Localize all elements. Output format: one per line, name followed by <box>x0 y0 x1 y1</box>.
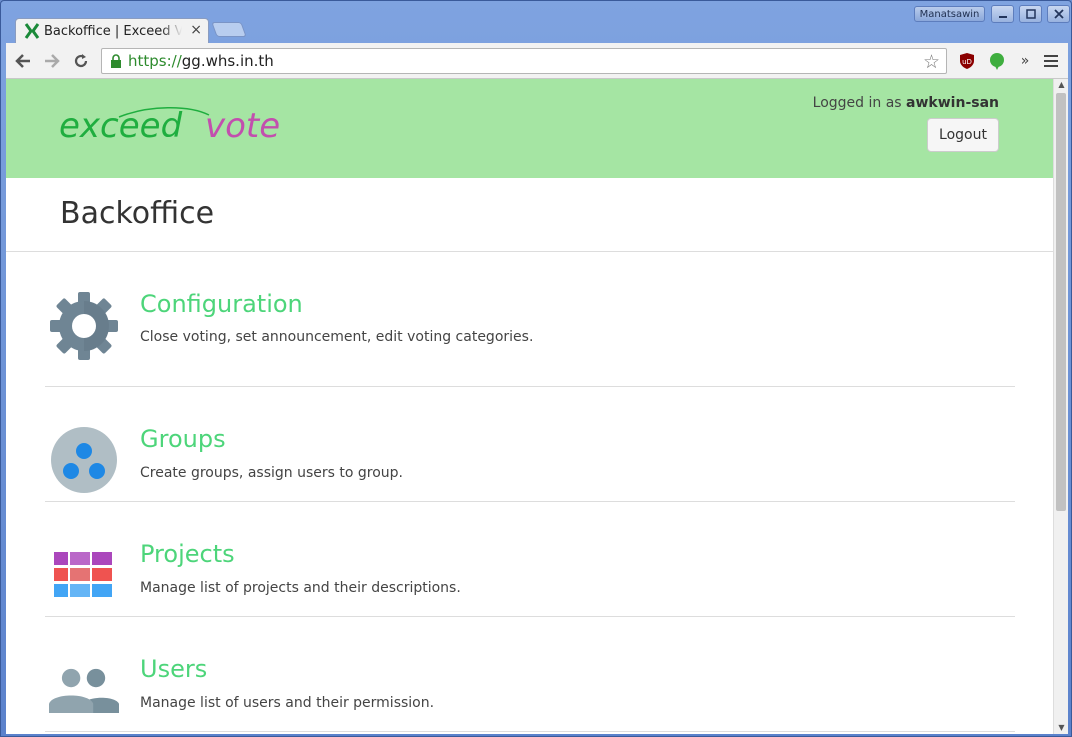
users-link[interactable]: Users <box>140 655 207 683</box>
forward-icon[interactable] <box>41 50 63 72</box>
projects-link[interactable]: Projects <box>140 540 235 568</box>
evernote-icon[interactable] <box>986 50 1008 72</box>
tab-strip: Backoffice | Exceed Vote × Manatsawin <box>1 1 1071 43</box>
url-scheme: https:// <box>128 52 182 70</box>
address-bar[interactable]: https://gg.whs.in.th ☆ <box>101 48 947 74</box>
users-icon <box>49 655 119 725</box>
groups-description: Create groups, assign users to group. <box>140 465 403 481</box>
tab-title: Backoffice | Exceed Vote <box>44 23 182 39</box>
site-header: exceed vote Logged in as awkwin-san Logo… <box>6 79 1053 178</box>
page-viewport: exceed vote Logged in as awkwin-san Logo… <box>6 79 1068 734</box>
scroll-up-icon[interactable]: ▲ <box>1054 79 1068 91</box>
extensions-overflow-icon[interactable]: » <box>1014 50 1036 72</box>
page-title-bar: Backoffice <box>6 178 1053 252</box>
close-window-icon[interactable] <box>1047 5 1070 23</box>
menu-item-configuration: Configuration Close voting, set announce… <box>45 252 1015 387</box>
username: awkwin-san <box>906 95 999 111</box>
browser-window: Backoffice | Exceed Vote × Manatsawin <box>0 0 1072 737</box>
scroll-down-icon[interactable]: ▼ <box>1054 722 1068 734</box>
logout-button[interactable]: Logout <box>927 118 999 152</box>
groups-link[interactable]: Groups <box>140 425 226 453</box>
users-description: Manage list of users and their permissio… <box>140 695 435 711</box>
url-host: gg.whs.in.th <box>181 52 274 70</box>
browser-tab[interactable]: Backoffice | Exceed Vote × <box>15 18 209 43</box>
menu-hamburger-icon[interactable] <box>1040 50 1062 72</box>
menu-item-users: Users Manage list of users and their per… <box>45 617 1015 732</box>
svg-text:vote: vote <box>205 106 280 145</box>
scroll-thumb[interactable] <box>1056 93 1066 511</box>
backoffice-menu: Configuration Close voting, set announce… <box>45 252 1015 732</box>
page-title: Backoffice <box>60 196 215 231</box>
projects-description: Manage list of projects and their descri… <box>140 580 461 596</box>
page: exceed vote Logged in as awkwin-san Logo… <box>6 79 1053 734</box>
maximize-icon[interactable] <box>1019 5 1042 23</box>
projects-icon <box>49 540 119 610</box>
lock-icon <box>111 54 121 68</box>
reload-icon[interactable] <box>70 50 92 72</box>
back-icon[interactable] <box>12 50 34 72</box>
new-tab-button[interactable] <box>211 22 247 37</box>
svg-text:uD: uD <box>962 58 972 66</box>
browser-toolbar: https://gg.whs.in.th ☆ uD » <box>6 43 1068 79</box>
exceedvote-favicon-icon <box>24 23 40 39</box>
menu-item-projects: Projects Manage list of projects and the… <box>45 502 1015 617</box>
groups-icon <box>49 425 119 495</box>
vertical-scrollbar[interactable]: ▲ ▼ <box>1053 79 1068 734</box>
configuration-description: Close voting, set announcement, edit vot… <box>140 329 534 345</box>
ublock-icon[interactable]: uD <box>956 50 978 72</box>
configuration-link[interactable]: Configuration <box>140 290 303 318</box>
logged-in-label: Logged in as awkwin-san <box>812 95 999 111</box>
profile-button[interactable]: Manatsawin <box>914 6 985 22</box>
svg-text:exceed: exceed <box>59 106 183 145</box>
bookmark-star-icon[interactable]: ☆ <box>923 51 940 73</box>
exceedvote-logo[interactable]: exceed vote <box>59 103 299 145</box>
minimize-icon[interactable] <box>991 5 1014 23</box>
tab-close-icon[interactable]: × <box>190 22 202 38</box>
gear-icon <box>49 291 119 361</box>
menu-item-groups: Groups Create groups, assign users to gr… <box>45 387 1015 502</box>
